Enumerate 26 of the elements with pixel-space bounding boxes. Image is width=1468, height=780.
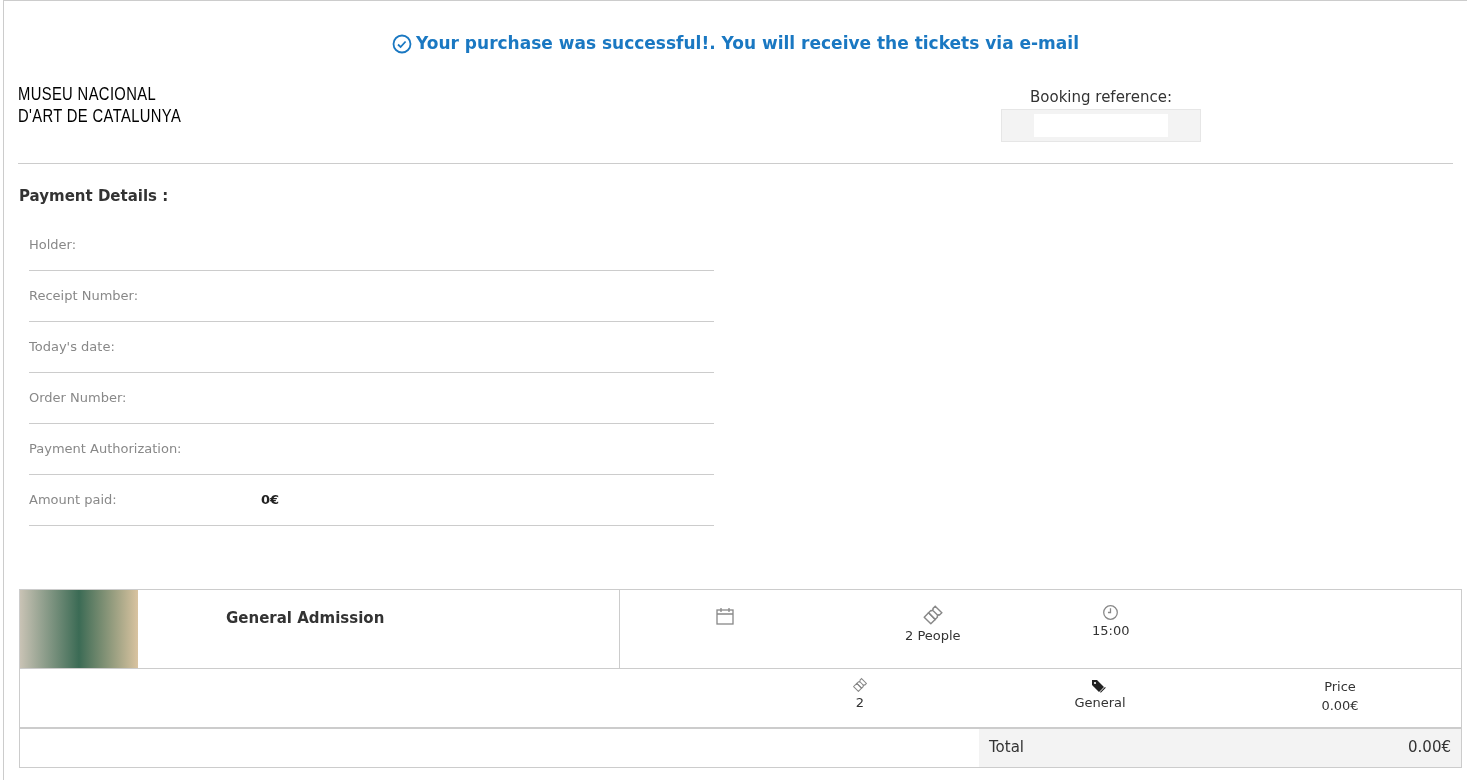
ticket-title: General Admission <box>226 608 385 627</box>
field-label: Amount paid: <box>29 490 118 509</box>
ticket-icon <box>852 676 868 693</box>
check-circle-icon <box>392 33 413 54</box>
total-label: Total <box>989 737 1025 759</box>
price-label: Price <box>1324 677 1356 696</box>
field-label: Today's date: <box>29 337 116 356</box>
ticket-quantity: 2 <box>855 693 865 712</box>
booking-reference-label: Booking reference: <box>1030 87 1172 108</box>
tags-icon <box>1092 678 1108 693</box>
ticket-time: 15:00 <box>1092 621 1130 640</box>
calendar-icon <box>715 605 735 626</box>
clock-icon <box>1102 603 1120 621</box>
price-value: 0.00€ <box>1321 697 1359 715</box>
field-label: Receipt Number: <box>29 286 140 305</box>
field-label: Payment Authorization: <box>29 439 183 458</box>
rate-name: General <box>1074 693 1126 712</box>
field-value: 0€ <box>261 490 280 509</box>
ticket-icon <box>921 603 944 626</box>
field-label: Holder: <box>29 235 78 254</box>
success-message: Your purchase was successful!. You will receive the tickets via e-mail <box>416 31 1079 55</box>
museum-logo: MUSEU NACIONAL D'ART DE CATALUNYA <box>18 83 182 128</box>
section-title: Payment Details : <box>19 186 170 207</box>
field-label: Order Number: <box>29 388 128 407</box>
people-count: 2 People <box>905 626 961 645</box>
total-value: 0.00€ <box>1408 737 1451 759</box>
